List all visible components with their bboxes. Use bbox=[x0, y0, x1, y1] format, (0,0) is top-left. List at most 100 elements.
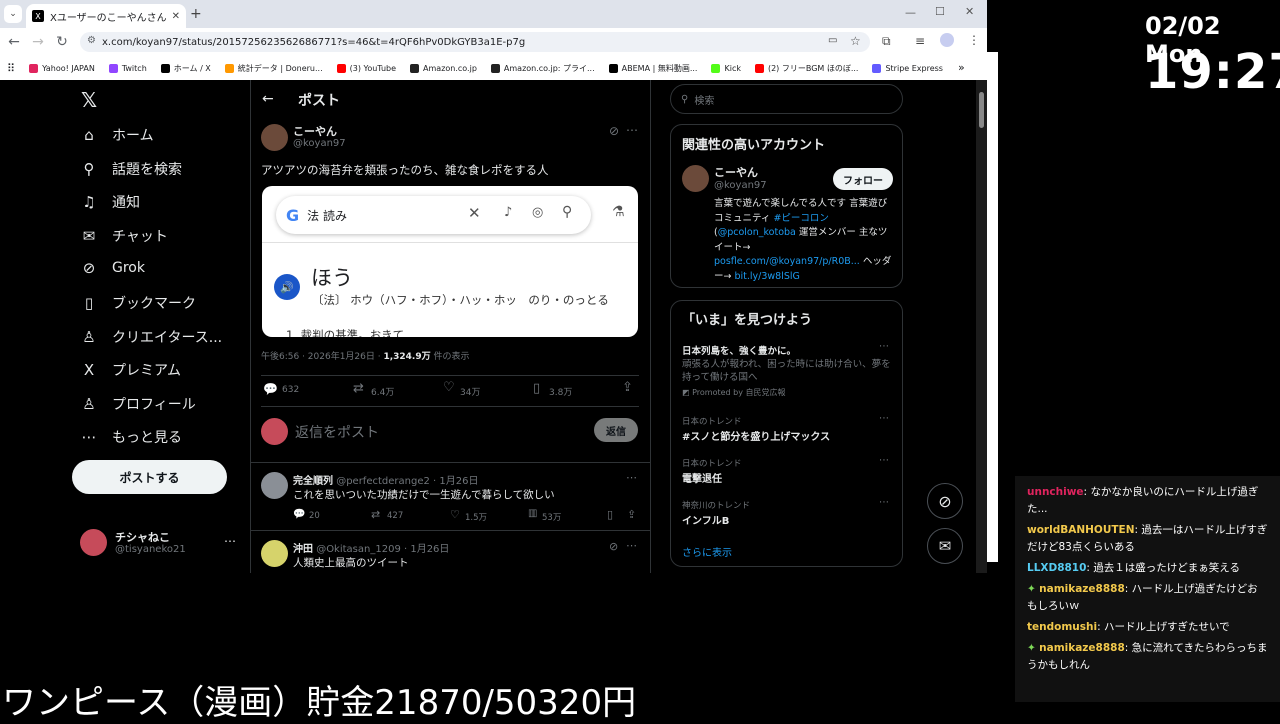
x-logo-icon[interactable]: 𝕏 bbox=[81, 88, 97, 112]
sidebar-item[interactable]: X プレミアム bbox=[80, 360, 181, 380]
post-button[interactable]: ポストする bbox=[72, 460, 227, 494]
bookmark-item[interactable]: ABEMA | 無料動画... bbox=[602, 63, 705, 74]
reply-author-name[interactable]: 完全順列 bbox=[293, 476, 333, 487]
reply-author-handle[interactable]: @Okitasan_1209 · 1月26日 bbox=[316, 544, 449, 555]
trend-name[interactable]: インフルB bbox=[682, 512, 729, 527]
maximize-button[interactable]: ☐ bbox=[935, 5, 945, 18]
bookmark-item[interactable]: ホーム / X bbox=[154, 63, 218, 74]
bookmark-item[interactable]: Yahoo! JAPAN bbox=[22, 63, 102, 74]
search-input[interactable]: ⚲ 検索 bbox=[670, 84, 903, 114]
reply-bookmark-icon[interactable]: ▯ bbox=[607, 508, 613, 521]
tab-close-icon[interactable]: ✕ bbox=[172, 11, 180, 22]
new-tab-button[interactable]: + bbox=[190, 6, 202, 22]
trend-more-icon[interactable]: ⋯ bbox=[879, 413, 889, 424]
bookmark-item[interactable]: Amazon.co.jp bbox=[403, 63, 484, 74]
reply-icon[interactable]: 💬 bbox=[263, 382, 278, 396]
tab-active[interactable]: X Xユーザーのこーやんさん: 「アツアツの ✕ bbox=[26, 4, 186, 28]
reply-author-handle[interactable]: @perfectderange2 · 1月26日 bbox=[336, 476, 478, 487]
grok-icon[interactable]: ⊘ bbox=[609, 124, 619, 138]
site-info-icon[interactable]: ⚙ bbox=[87, 35, 96, 46]
reply-avatar[interactable] bbox=[261, 540, 288, 567]
bookmark-item[interactable]: Amazon.co.jp: プライ... bbox=[484, 63, 602, 74]
show-more-link[interactable]: さらに表示 bbox=[682, 544, 732, 559]
trend-more-icon[interactable]: ⋯ bbox=[879, 497, 889, 508]
sidebar-item[interactable]: ✉ チャット bbox=[80, 226, 168, 246]
sidebar-item[interactable]: ▯ ブックマーク bbox=[80, 293, 196, 313]
scrollbar-thumb[interactable] bbox=[979, 92, 984, 128]
post-author-name[interactable]: こーやん bbox=[293, 123, 337, 139]
like-icon[interactable]: ♡ bbox=[443, 380, 455, 395]
bookmark-item[interactable]: Kick bbox=[704, 63, 748, 74]
related-handle[interactable]: @koyan97 bbox=[714, 180, 767, 191]
bookmark-item[interactable]: Stripe Express bbox=[865, 63, 950, 74]
star-icon[interactable]: ☆ bbox=[850, 34, 861, 48]
trend-name[interactable]: #スノと節分を盛り上げマックス bbox=[682, 428, 830, 443]
browser-menu-icon[interactable]: ⋮ bbox=[968, 33, 980, 47]
hashtag-link[interactable]: #ピーコロン bbox=[773, 213, 828, 224]
address-bar[interactable]: ⚙ x.com/koyan97/status/20157256235626867… bbox=[80, 32, 870, 52]
sidebar-item-label: チャット bbox=[112, 228, 168, 245]
share-icon[interactable]: ⇪ bbox=[622, 380, 633, 395]
tab-search-button[interactable]: ⌄ bbox=[4, 5, 22, 23]
account-avatar[interactable] bbox=[80, 529, 107, 556]
sidebar-item[interactable]: ⌂ ホーム bbox=[80, 125, 153, 145]
sidebar-item[interactable]: ⊘ Grok bbox=[80, 259, 145, 277]
sidebar-item[interactable]: ♙ プロフィール bbox=[80, 394, 195, 414]
related-avatar[interactable] bbox=[682, 165, 709, 192]
messages-fab[interactable]: ✉ bbox=[927, 528, 963, 564]
reply-share-icon[interactable]: ⇪ bbox=[627, 508, 636, 521]
promo-more-icon[interactable]: ⋯ bbox=[879, 341, 889, 352]
back-icon[interactable]: ← bbox=[2, 34, 26, 50]
extensions-icon[interactable]: ⧉ bbox=[882, 34, 891, 49]
mention-link[interactable]: @pcolon_kotoba bbox=[718, 227, 796, 238]
post-more-icon[interactable]: ⋯ bbox=[626, 123, 638, 137]
reply-author-name[interactable]: 沖田 bbox=[293, 544, 313, 555]
reply-like-icon[interactable]: ♡ bbox=[450, 508, 460, 521]
close-window-button[interactable]: ✕ bbox=[965, 5, 974, 18]
sidebar-item[interactable]: ⚲ 話題を検索 bbox=[80, 159, 183, 179]
promo-title[interactable]: 日本列島を、強く豊かに。 bbox=[682, 343, 796, 357]
bookmark-item[interactable]: Twitch bbox=[102, 63, 154, 74]
sidebar-item[interactable]: ⋯ もっと見る bbox=[80, 427, 183, 447]
minimize-button[interactable]: — bbox=[905, 6, 916, 19]
bookmarks-overflow-icon[interactable]: » bbox=[958, 61, 965, 74]
install-icon[interactable]: ▭ bbox=[828, 35, 837, 46]
grok-icon[interactable]: ⊘ bbox=[609, 540, 618, 553]
follow-button[interactable]: フォロー bbox=[833, 168, 893, 190]
reply-reply-icon[interactable]: 💬 bbox=[293, 509, 305, 520]
bio-link[interactable]: posfle.com/@koyan97/p/R0B... bbox=[714, 256, 860, 267]
forward-icon[interactable]: → bbox=[26, 34, 50, 50]
repost-count: 6.4万 bbox=[371, 388, 395, 398]
grok-fab[interactable]: ⊘ bbox=[927, 483, 963, 519]
reload-icon[interactable]: ↻ bbox=[50, 34, 74, 50]
bookmark-action-icon[interactable]: ▯ bbox=[533, 381, 540, 396]
sidebar-item[interactable]: ♫ 通知 bbox=[80, 192, 140, 212]
bookmark-icon: ▯ bbox=[84, 294, 94, 312]
back-arrow-icon[interactable]: ← bbox=[262, 91, 274, 107]
x-icon: X bbox=[83, 361, 95, 380]
post-author-handle[interactable]: @koyan97 bbox=[293, 138, 346, 149]
bookmark-item[interactable]: 統計データ | Doneru... bbox=[218, 63, 330, 74]
profile-icon[interactable] bbox=[940, 33, 954, 47]
bio-short-link[interactable]: bit.ly/3w8lSlG bbox=[734, 271, 799, 282]
repost-icon[interactable]: ⇄ bbox=[353, 381, 364, 396]
reply-avatar[interactable] bbox=[261, 472, 288, 499]
apps-icon[interactable]: ⠿ bbox=[0, 62, 22, 75]
post-media-image[interactable]: G 法 読み ✕ ♪ ◎ ⚲ ⚗ 🔊 ほう 〔法〕 ホウ（ハフ・ホフ）・ハッ・ホ… bbox=[262, 186, 638, 337]
related-name[interactable]: こーやん bbox=[714, 164, 758, 180]
trend-name[interactable]: 電撃退任 bbox=[682, 470, 722, 485]
reply-button[interactable]: 返信 bbox=[594, 418, 638, 442]
post-author-avatar[interactable] bbox=[261, 124, 288, 151]
reply-more-icon[interactable]: ⋯ bbox=[626, 539, 637, 552]
scrollbar[interactable] bbox=[976, 80, 987, 573]
reply-input[interactable]: 返信をポスト bbox=[295, 422, 379, 442]
reply-repost-icon[interactable]: ⇄ bbox=[371, 508, 380, 521]
trend-more-icon[interactable]: ⋯ bbox=[879, 455, 889, 466]
bookmark-item[interactable]: (2) フリーBGM ほのぼ... bbox=[748, 63, 866, 74]
reply-views-icon[interactable]: ▥ bbox=[528, 508, 537, 519]
account-more-icon[interactable]: ⋯ bbox=[224, 534, 236, 548]
reply-more-icon[interactable]: ⋯ bbox=[626, 471, 637, 484]
sidebar-item[interactable]: ♙ クリエイタース... bbox=[80, 327, 222, 347]
media-icon[interactable]: ≡ bbox=[915, 34, 925, 48]
bookmark-item[interactable]: (3) YouTube bbox=[330, 63, 403, 74]
